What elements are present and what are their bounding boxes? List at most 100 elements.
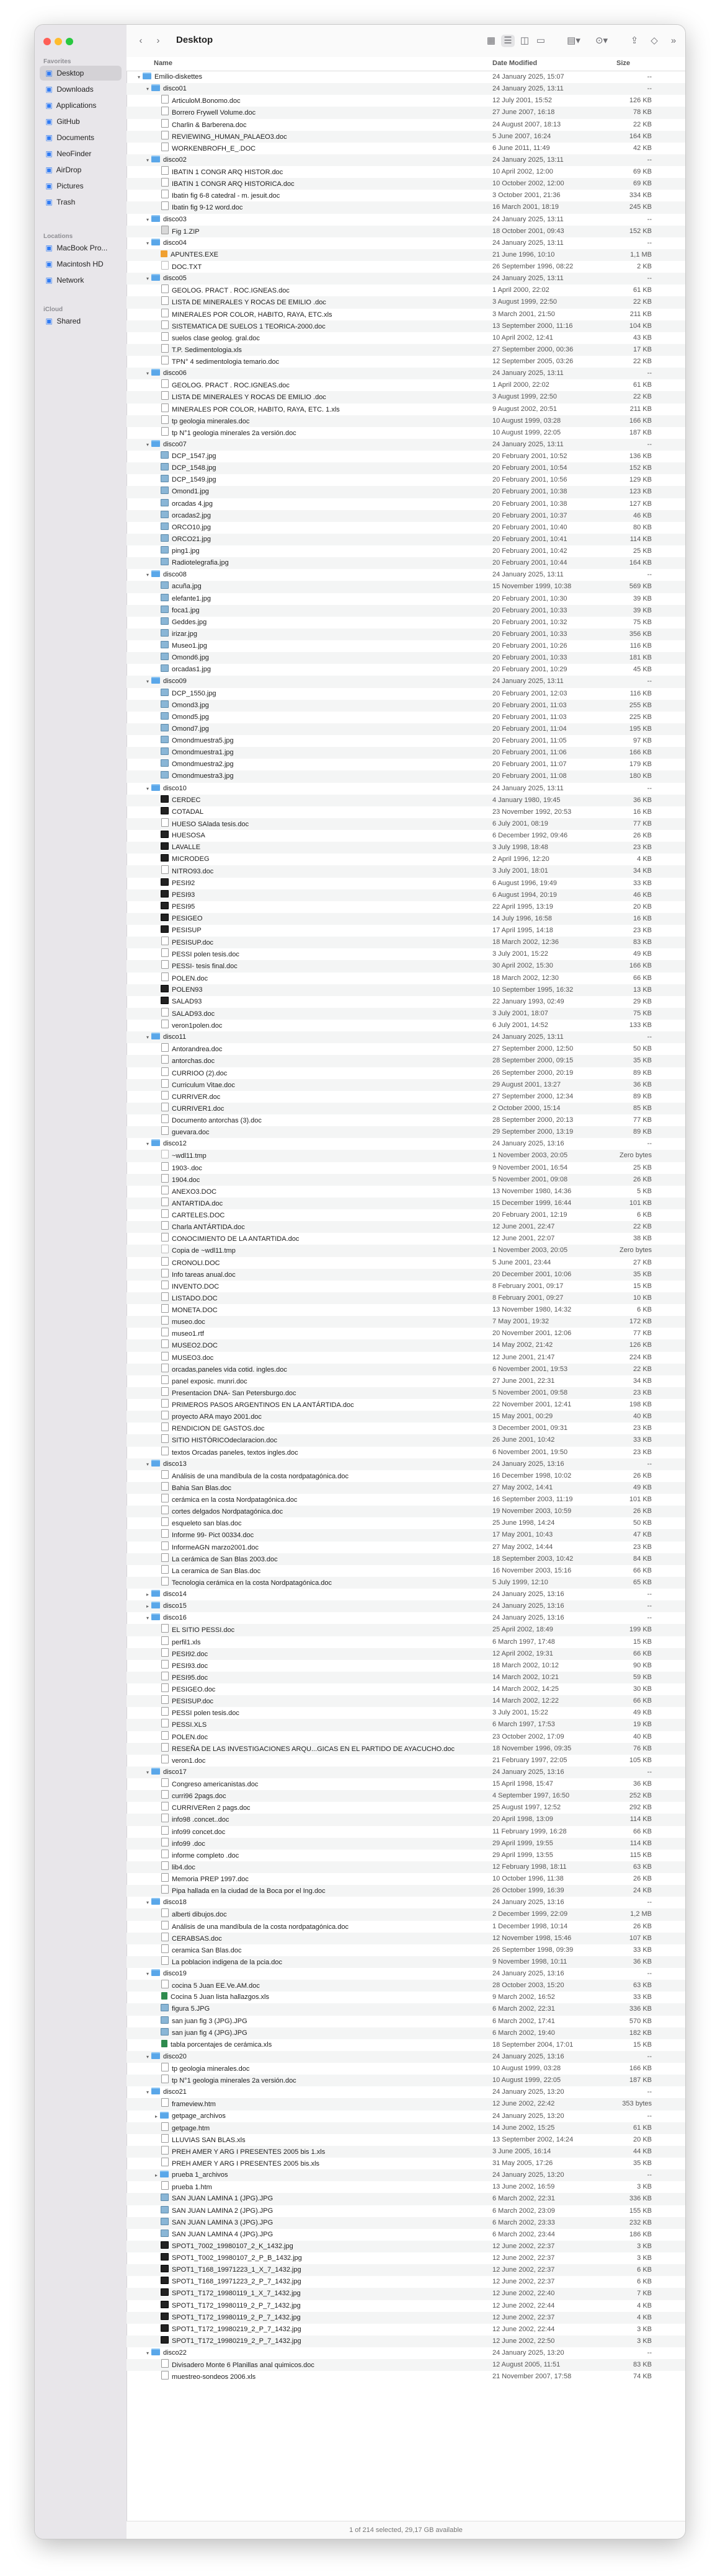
file-row[interactable]: SPOT1_T002_19980107_2_P_B_1432.jpg 12 Jun… [127,2252,685,2264]
file-row[interactable]: PESIGEO.doc 14 March 2002, 14:25 30 KB [127,1683,685,1695]
file-row[interactable]: LAVALLE 3 July 1998, 18:48 23 KB [127,842,685,854]
file-row[interactable]: T.P. Sedimentologia.xls 27 September 2000… [127,343,685,356]
file-row[interactable]: PESISUP.doc 14 March 2002, 12:22 66 KB [127,1695,685,1708]
file-row[interactable]: figura 5.JPG 6 March 2002, 22:31 336 KB [127,2003,685,2016]
gallery-view-button[interactable]: ▭ [535,35,547,47]
file-row[interactable]: Omond5.jpg 20 February 2001, 11:03 225 KB [127,712,685,723]
file-row[interactable]: EL SITIO PESSI.doc 25 April 2002, 18:49 19… [127,1624,685,1636]
column-view-button[interactable]: ◫ [518,35,531,47]
file-row[interactable]: Omond6.jpg 20 February 2001, 10:33 181 KB [127,652,685,664]
disclosure-expanded-icon[interactable]: ▾ [144,2347,151,2359]
file-row[interactable]: elefante1.jpg 20 February 2001, 10:30 39 K… [127,593,685,605]
file-row[interactable]: antorchas.doc 28 September 2000, 09:15 35 … [127,1055,685,1067]
folder-row[interactable]: ▾ disco05 24 January 2025, 13:11 -- [127,273,685,285]
file-row[interactable]: Radiotelegrafia.jpg 20 February 2001, 10:… [127,557,685,570]
sidebar-item-network[interactable]: ▣ Network [40,273,122,288]
file-row[interactable]: Antorandrea.doc 27 September 2000, 12:50 5… [127,1043,685,1055]
file-row[interactable]: perfil1.xls 6 March 1997, 17:48 15 KB [127,1636,685,1648]
disclosure-expanded-icon[interactable]: ▾ [144,1138,151,1150]
disclosure-expanded-icon[interactable]: ▾ [144,569,151,581]
file-row[interactable]: cocina 5 Juan EE.Ve.AM.doc 28 October 200… [127,1980,685,1992]
file-row[interactable]: WORKENBROFH_E_.DOC 6 June 2011, 11:49 42 K… [127,142,685,154]
file-row[interactable]: Omondmuestra2.jpg 20 February 2001, 11:07… [127,759,685,770]
file-row[interactable]: getpage.htm 14 June 2002, 15:25 61 KB [127,2122,685,2134]
sidebar-item-airdrop[interactable]: ▣ AirDrop [40,162,122,177]
file-row[interactable]: Ibatin fig 6-8 catedral - m. jesuit.doc 3… [127,190,685,201]
file-row[interactable]: PESSI polen tesis.doc 3 July 2001, 15:22 4… [127,1707,685,1719]
sidebar-item-github[interactable]: ▣ GitHub [40,114,122,129]
folder-row[interactable]: ▾ disco18 24 January 2025, 13:16 -- [127,1897,685,1908]
date-column-header[interactable]: Date Modified [492,60,537,67]
file-row[interactable]: cortes delgados Nordpatagónica.doc 19 Nov… [127,1506,685,1518]
file-row[interactable]: HUESO SAlada tesis.doc 6 July 2001, 08:19… [127,818,685,830]
file-row[interactable]: Geddes.jpg 20 February 2001, 10:32 75 KB [127,617,685,629]
file-row[interactable]: REVIEWING_HUMAN_PALAEO3.doc 5 June 2007, … [127,130,685,143]
file-row[interactable]: 1904.doc 5 November 2001, 09:08 26 KB [127,1173,685,1186]
file-row[interactable]: DCP_1547.jpg 20 February 2001, 10:52 136 K… [127,451,685,462]
file-row[interactable]: ~wdl11.tmp 1 November 2003, 20:05 Zero byt… [127,1150,685,1162]
file-row[interactable]: La ceramica de San Blas.doc 16 November 2… [127,1564,685,1577]
file-row[interactable]: DOC.TXT 26 September 1996, 08:22 2 KB [127,261,685,273]
file-row[interactable]: Pipa hallada en la ciudad de la Boca por… [127,1885,685,1897]
file-row[interactable]: CERDEC 4 January 1980, 19:45 36 KB [127,794,685,806]
folder-row[interactable]: ▾ disco10 24 January 2025, 13:11 -- [127,783,685,795]
file-row[interactable]: CURRIOO (2).doc 26 September 2000, 20:19 8… [127,1067,685,1079]
disclosure-collapsed-icon[interactable]: ▸ [144,1600,151,1612]
disclosure-expanded-icon[interactable]: ▾ [144,1612,151,1624]
disclosure-expanded-icon[interactable]: ▾ [144,368,151,379]
file-row[interactable]: PRIMEROS PASOS ARGENTINOS EN LA ANTÁRTID… [127,1399,685,1411]
disclosure-expanded-icon[interactable]: ▾ [144,1897,151,1908]
file-row[interactable]: Museo1.jpg 20 February 2001, 10:26 116 KB [127,640,685,652]
file-row[interactable]: PESI92 6 August 1996, 19:49 33 KB [127,878,685,889]
file-row[interactable]: PESI92.doc 12 April 2002, 19:31 66 KB [127,1647,685,1660]
file-row[interactable]: acuña.jpg 15 November 1999, 10:38 569 KB [127,581,685,593]
disclosure-expanded-icon[interactable]: ▾ [144,2051,151,2063]
file-row[interactable]: frameview.htm 12 June 2002, 22:42 353 byte… [127,2098,685,2111]
file-row[interactable]: MINERALES POR COLOR, HABITO, RAYA, ETC.x… [127,308,685,320]
file-row[interactable]: SAN JUAN LAMINA 1 (JPG).JPG 6 March 2002,… [127,2193,685,2205]
file-row[interactable]: POLEN.doc 23 October 2002, 17:09 40 KB [127,1731,685,1743]
action-button[interactable]: ⊙▾ [593,35,610,47]
file-row[interactable]: MONETA.DOC 13 November 1980, 14:32 6 KB [127,1304,685,1316]
file-row[interactable]: Omondmuestra1.jpg 20 February 2001, 11:06… [127,747,685,759]
file-row[interactable]: SALAD93.doc 3 July 2001, 18:07 75 KB [127,1007,685,1020]
file-row[interactable]: tp N°1 geologia minerales 2a versión.doc… [127,2075,685,2087]
file-row[interactable]: SAN JUAN LAMINA 3 (JPG).JPG 6 March 2002,… [127,2217,685,2229]
file-row[interactable]: IBATIN 1 CONGR ARQ HISTORICA.doc 10 Octob… [127,178,685,190]
file-row[interactable]: PESSI- tesis final.doc 30 April 2002, 15:… [127,960,685,973]
file-row[interactable]: ORCO10.jpg 20 February 2001, 10:40 80 KB [127,522,685,534]
file-row[interactable]: Omond7.jpg 20 February 2001, 11:04 195 KB [127,723,685,735]
file-row[interactable]: La poblacion indigena de la pcia.doc 9 No… [127,1956,685,1968]
minimize-window-button[interactable] [55,38,62,45]
file-row[interactable]: PESI95 22 April 1995, 13:19 20 KB [127,901,685,913]
file-row[interactable]: museo1.rtf 20 November 2001, 12:06 77 KB [127,1328,685,1339]
file-row[interactable]: SPOT1_T172_19980119_2_P_7_1432.jpg 12 Jun… [127,2311,685,2324]
disclosure-expanded-icon[interactable]: ▾ [144,676,151,687]
folder-row[interactable]: ▾ disco02 24 January 2025, 13:11 -- [127,154,685,166]
disclosure-expanded-icon[interactable]: ▾ [144,214,151,226]
sidebar-item-desktop[interactable]: ▣ Desktop [40,66,122,81]
sidebar-item-downloads[interactable]: ▣ Downloads [40,82,122,97]
file-row[interactable]: Copia de ~wdl11.tmp 1 November 2003, 20:0… [127,1245,685,1257]
file-row[interactable]: MUSEO3.doc 12 June 2001, 21:47 224 KB [127,1351,685,1364]
disclosure-expanded-icon[interactable]: ▾ [144,1458,151,1470]
zoom-window-button[interactable] [66,38,73,45]
file-row[interactable]: orcadas2.jpg 20 February 2001, 10:37 46 KB [127,509,685,522]
sidebar-item-shared[interactable]: ▣ Shared [40,314,122,329]
file-row[interactable]: Curriculum Vitae.doc 29 August 2001, 13:2… [127,1078,685,1091]
share-button[interactable]: ⇪ [629,35,640,47]
file-row[interactable]: SPOT1_7002_19980107_2_K_1432.jpg 12 June … [127,2240,685,2252]
file-row[interactable]: ORCO21.jpg 20 February 2001, 10:41 114 KB [127,533,685,545]
file-row[interactable]: La cerámica de San Blas 2003.doc 18 Septe… [127,1553,685,1565]
file-row[interactable]: PESI93.doc 18 March 2002, 10:12 90 KB [127,1659,685,1672]
file-row[interactable]: SAN JUAN LAMINA 2 (JPG).JPG 6 March 2002,… [127,2205,685,2217]
file-row[interactable]: Ibatin fig 9-12 word.doc 16 March 2001, 1… [127,201,685,214]
disclosure-expanded-icon[interactable]: ▾ [144,1767,151,1778]
file-row[interactable]: info99 .doc 29 April 1999, 19:55 114 KB [127,1837,685,1850]
file-row[interactable]: APUNTES.EXE 21 June 1996, 10:10 1,1 MB [127,249,685,261]
file-row[interactable]: ping1.jpg 20 February 2001, 10:42 25 KB [127,545,685,557]
disclosure-expanded-icon[interactable]: ▾ [144,1968,151,1980]
file-row[interactable]: SPOT1_T172_19980219_2_P_7_1432.jpg 12 Jun… [127,2335,685,2347]
file-row[interactable]: SPOT1_T172_19980219_2_P_7_1432.jpg 12 Jun… [127,2324,685,2336]
file-row[interactable]: Bahia San Blas.doc 27 May 2002, 14:41 49 K… [127,1481,685,1494]
